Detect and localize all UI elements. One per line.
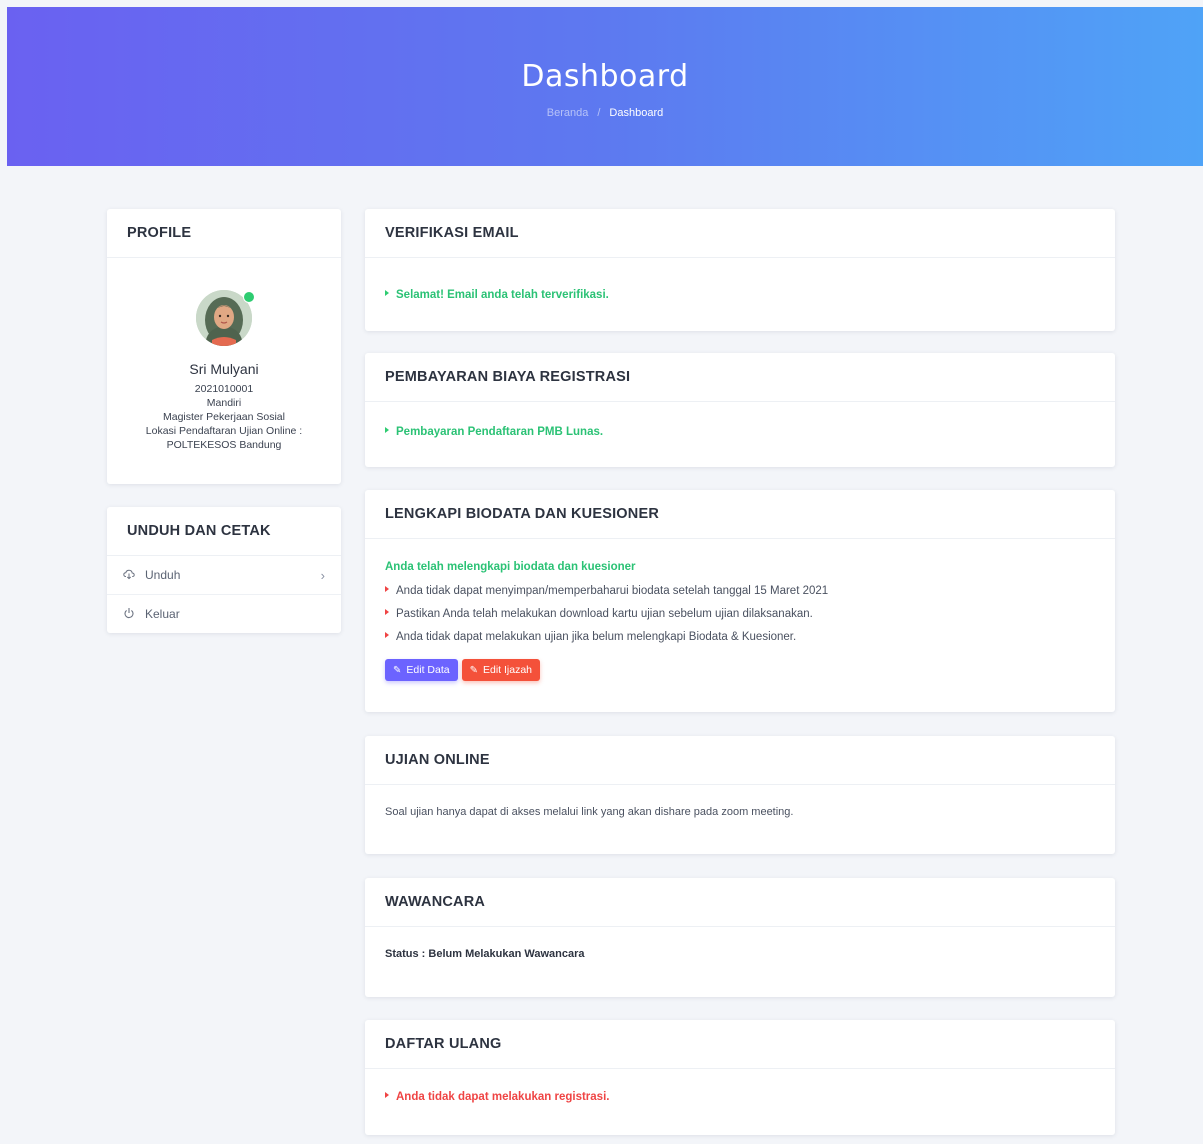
- bullet-icon: [385, 586, 389, 592]
- email-message: Selamat! Email anda telah terverifikasi.: [396, 289, 609, 301]
- bullet-icon: [385, 609, 389, 615]
- list-item: Anda tidak dapat melakukan ujian jika be…: [385, 631, 1095, 643]
- list-item: Pastikan Anda telah melakukan download k…: [385, 608, 1095, 620]
- profile-track: Mandiri: [206, 397, 242, 409]
- reregister-heading: DAFTAR ULANG: [365, 1020, 1115, 1069]
- menu-item-keluar[interactable]: Keluar: [107, 595, 341, 633]
- interview-card: WAWANCARA Status : Belum Melakukan Wawan…: [365, 878, 1115, 997]
- pencil-icon: ✎: [393, 664, 402, 676]
- email-verification-card: VERIFIKASI EMAIL Selamat! Email anda tel…: [365, 209, 1115, 331]
- bullet-icon: [385, 1092, 389, 1098]
- download-heading: UNDUH DAN CETAK: [107, 507, 341, 556]
- breadcrumb-separator: /: [597, 107, 601, 119]
- reregister-message: Anda tidak dapat melakukan registrasi.: [396, 1091, 610, 1103]
- list-item: Anda tidak dapat menyimpan/memperbaharui…: [385, 585, 1095, 597]
- profile-heading: PROFILE: [107, 209, 341, 258]
- biodata-complete-message: Anda telah melengkapi biodata dan kuesio…: [385, 561, 636, 573]
- bullet-icon: [385, 290, 389, 296]
- payment-message: Pembayaran Pendaftaran PMB Lunas.: [396, 426, 604, 438]
- online-status-dot: [243, 291, 255, 303]
- biodata-card: LENGKAPI BIODATA DAN KUESIONER Anda tela…: [365, 490, 1115, 712]
- bullet-icon: [385, 427, 389, 433]
- exam-message: Soal ujian hanya dapat di akses melalui …: [385, 806, 794, 818]
- online-exam-card: UJIAN ONLINE Soal ujian hanya dapat di a…: [365, 736, 1115, 854]
- payment-heading: PEMBAYARAN BIAYA REGISTRASI: [365, 353, 1115, 402]
- cloud-download-icon: [123, 568, 145, 583]
- exam-heading: UJIAN ONLINE: [365, 736, 1115, 785]
- email-heading: VERIFIKASI EMAIL: [365, 209, 1115, 258]
- pencil-icon: ✎: [469, 664, 478, 676]
- profile-id: 2021010001: [194, 383, 254, 395]
- reregistration-card: DAFTAR ULANG Anda tidak dapat melakukan …: [365, 1020, 1115, 1135]
- breadcrumb-current: Dashboard: [609, 107, 664, 119]
- profile-name: Sri Mulyani: [189, 361, 259, 377]
- payment-card: PEMBAYARAN BIAYA REGISTRASI Pembayaran P…: [365, 353, 1115, 467]
- profile-program: Magister Pekerjaan Sosial: [163, 411, 285, 423]
- profile-location: POLTEKESOS Bandung: [166, 439, 282, 451]
- download-menu: Unduh › Keluar: [107, 556, 341, 633]
- menu-item-label: Unduh: [145, 568, 181, 582]
- biodata-heading: LENGKAPI BIODATA DAN KUESIONER: [365, 490, 1115, 539]
- breadcrumb: Beranda / Dashboard: [7, 107, 1203, 119]
- chevron-right-icon: ›: [320, 567, 325, 583]
- interview-heading: WAWANCARA: [365, 878, 1115, 927]
- profile-card: PROFILE Sri Mulyani 2021010001 Mandiri M…: [107, 209, 341, 484]
- download-card: UNDUH DAN CETAK Unduh › Keluar: [107, 507, 341, 633]
- profile-location-label: Lokasi Pendaftaran Ujian Online :: [145, 425, 303, 437]
- page-title: Dashboard: [521, 59, 689, 94]
- edit-ijazah-button[interactable]: ✎ Edit Ijazah: [461, 659, 541, 681]
- menu-item-label: Keluar: [145, 607, 180, 621]
- power-icon: [123, 607, 145, 622]
- page-header: Dashboard Beranda / Dashboard: [7, 7, 1203, 166]
- menu-item-unduh[interactable]: Unduh ›: [107, 556, 341, 595]
- breadcrumb-home-link[interactable]: Beranda: [547, 107, 589, 119]
- interview-status: Status : Belum Melakukan Wawancara: [385, 948, 585, 960]
- bullet-icon: [385, 632, 389, 638]
- avatar-container: [196, 290, 255, 346]
- edit-data-button[interactable]: ✎ Edit Data: [385, 659, 458, 681]
